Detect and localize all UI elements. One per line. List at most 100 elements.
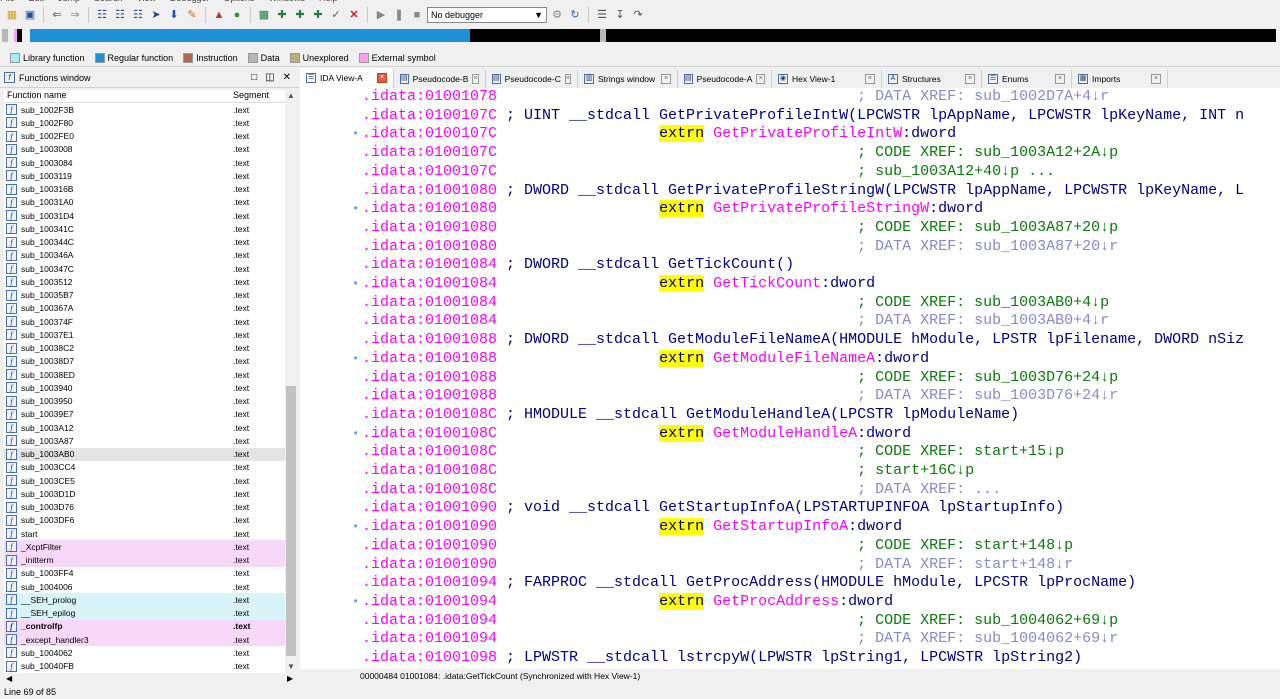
tab-close-icon[interactable]: × bbox=[1055, 74, 1065, 84]
debugger-options-icon[interactable]: ⚙ bbox=[549, 7, 565, 23]
menu-item[interactable]: Edit bbox=[29, 0, 45, 3]
step-over-icon[interactable]: ↷ bbox=[630, 7, 646, 23]
disasm-line[interactable]: .idata:0100108C ; start+16C↓p bbox=[300, 462, 1280, 481]
add-struct-icon[interactable]: ✚ bbox=[292, 7, 308, 23]
scroll-down-icon[interactable]: ▼ bbox=[285, 661, 297, 673]
function-row[interactable]: f sub_1003512 .text bbox=[4, 275, 285, 288]
search-text-icon[interactable]: ☷ bbox=[94, 7, 110, 23]
function-row[interactable]: f sub_1003940 .text bbox=[4, 381, 285, 394]
tab-imports[interactable]: ▦ Imports × bbox=[1072, 70, 1168, 88]
menu-item[interactable]: Windows bbox=[269, 0, 306, 3]
extern-symbol-name[interactable]: GetModuleFileNameA bbox=[713, 350, 875, 367]
disasm-line[interactable]: .idata:01001098 ; LPWSTR __stdcall lstrc… bbox=[300, 649, 1280, 668]
function-row[interactable]: f sub_1003AB0 .text bbox=[4, 447, 285, 461]
function-row[interactable]: f sub_10038ED .text bbox=[4, 368, 285, 381]
navigation-band[interactable] bbox=[0, 27, 1280, 45]
disasm-line[interactable]: .idata:01001080 ; CODE XREF: sub_1003A87… bbox=[300, 219, 1280, 238]
menu-item[interactable]: Options bbox=[223, 0, 254, 3]
disasm-line[interactable]: • .idata:0100108C extrn GetModuleHandleA:… bbox=[300, 424, 1280, 444]
extern-symbol-name[interactable]: GetTickCount bbox=[713, 275, 821, 292]
tab-hex-view-1[interactable]: ◉ Hex View-1 × bbox=[772, 70, 882, 88]
extern-symbol-name[interactable]: GetPrivateProfileIntW bbox=[713, 125, 902, 142]
chart-icon[interactable]: ▩ bbox=[256, 7, 272, 23]
extern-symbol-name[interactable]: GetPrivateProfileStringW bbox=[713, 200, 929, 217]
disasm-line[interactable]: • .idata:01001084 extrn GetTickCount:dwor… bbox=[300, 275, 1280, 294]
disasm-line[interactable]: .idata:01001080 ; DWORD __stdcall GetPri… bbox=[300, 182, 1280, 201]
function-row[interactable]: f sub_100367A .text bbox=[4, 302, 285, 315]
tab-close-icon[interactable]: × bbox=[472, 74, 479, 84]
disasm-line[interactable]: • .idata:0100107C extrn GetPrivateProfile… bbox=[300, 125, 1280, 144]
function-row[interactable]: f sub_10037E1 .text bbox=[4, 328, 285, 341]
disasm-line[interactable]: .idata:0100107C ; UINT __stdcall GetPriv… bbox=[300, 107, 1280, 126]
float-icon[interactable]: ◫ bbox=[265, 72, 274, 83]
functions-horizontal-scrollbar[interactable]: ◀ ▶ bbox=[4, 673, 297, 685]
disasm-line[interactable]: .idata:01001078 ; DATA XREF: sub_1002D7A… bbox=[300, 88, 1280, 107]
pause-icon[interactable]: ❚ bbox=[391, 7, 407, 23]
function-row[interactable]: f start .text bbox=[4, 527, 285, 540]
scroll-up-icon[interactable]: ▲ bbox=[285, 90, 297, 102]
disasm-line[interactable]: • .idata:01001094 extrn GetProcAddress:dw… bbox=[300, 592, 1280, 612]
function-row[interactable]: f __SEH_epilog .text bbox=[4, 606, 285, 620]
search-next-icon[interactable]: ☷ bbox=[130, 7, 146, 23]
tab-close-icon[interactable]: × bbox=[661, 74, 671, 84]
graph-icon[interactable]: ▲ bbox=[211, 7, 227, 23]
function-row[interactable]: f sub_1002F3B .text bbox=[4, 103, 285, 116]
menu-item[interactable]: Jump bbox=[58, 0, 80, 3]
breakpoint-list-icon[interactable]: ☰ bbox=[594, 7, 610, 23]
function-row[interactable]: f sub_10038C2 .text bbox=[4, 342, 285, 355]
disasm-line[interactable]: .idata:01001094 ; FARPROC __stdcall GetP… bbox=[300, 574, 1280, 593]
restore-icon[interactable]: □ bbox=[251, 72, 257, 83]
add-enum-icon[interactable]: ✚ bbox=[310, 7, 326, 23]
disasm-line[interactable]: .idata:01001090 ; CODE XREF: start+148↓p bbox=[300, 537, 1280, 556]
functions-vertical-scrollbar[interactable]: ▲ ▼ bbox=[285, 90, 297, 673]
add-func-icon[interactable]: ✚ bbox=[274, 7, 290, 23]
function-row[interactable]: f sub_100344C .text bbox=[4, 236, 285, 249]
disasm-line[interactable]: .idata:01001088 ; CODE XREF: sub_1003D76… bbox=[300, 369, 1280, 388]
disasm-line[interactable]: .idata:01001088 ; DATA XREF: sub_1003D76… bbox=[300, 387, 1280, 406]
sync-icon[interactable]: ↻ bbox=[567, 7, 583, 23]
disasm-line[interactable]: .idata:01001090 ; DATA XREF: start+148↓r bbox=[300, 556, 1280, 575]
disasm-line[interactable]: .idata:0100107C ; sub_1003A12+40↓p ... bbox=[300, 163, 1280, 182]
close-icon[interactable]: ✕ bbox=[283, 72, 291, 83]
function-row[interactable]: f sub_100341C .text bbox=[4, 222, 285, 235]
function-row[interactable]: f sub_1003CE5 .text bbox=[4, 474, 285, 487]
tab-ida-view-a[interactable]: ☰ IDA View-A × bbox=[300, 68, 394, 88]
tab-close-icon[interactable]: × bbox=[564, 74, 571, 84]
tab-close-icon[interactable]: × bbox=[1151, 74, 1161, 84]
tab-close-icon[interactable]: × bbox=[377, 73, 387, 83]
disasm-line[interactable]: .idata:01001084 ; CODE XREF: sub_1003AB0… bbox=[300, 294, 1280, 313]
down-arrow-icon[interactable]: ⬇ bbox=[166, 7, 182, 23]
function-row[interactable]: f sub_10039E7 .text bbox=[4, 408, 285, 421]
function-row[interactable]: f _except_handler3 .text bbox=[4, 633, 285, 647]
function-row[interactable]: f sub_1003D1D .text bbox=[4, 487, 285, 500]
back-icon[interactable]: ⇐ bbox=[49, 7, 65, 23]
disasm-line[interactable]: .idata:0100108C ; CODE XREF: start+15↓p bbox=[300, 443, 1280, 462]
function-row[interactable]: f sub_1002FE0 .text bbox=[4, 130, 285, 143]
function-row[interactable]: f sub_1003084 .text bbox=[4, 156, 285, 169]
menu-item[interactable]: Search bbox=[94, 0, 123, 3]
disasm-line[interactable]: .idata:0100107C ; CODE XREF: sub_1003A12… bbox=[300, 144, 1280, 163]
disasm-line[interactable]: .idata:0100108C ; HMODULE __stdcall GetM… bbox=[300, 406, 1280, 425]
disasm-line[interactable]: • .idata:01001088 extrn GetModuleFileName… bbox=[300, 349, 1280, 369]
function-row[interactable]: f sub_10031D4 .text bbox=[4, 209, 285, 222]
function-row[interactable]: f sub_1003950 .text bbox=[4, 395, 285, 408]
function-row[interactable]: f sub_1003008 .text bbox=[4, 143, 285, 156]
tab-strings-window[interactable]: ▥ Strings window × bbox=[578, 70, 678, 88]
open-icon[interactable]: ▦ bbox=[4, 7, 20, 23]
disasm-line[interactable]: .idata:01001080 ; DATA XREF: sub_1003A87… bbox=[300, 238, 1280, 257]
function-row[interactable]: f sub_10035B7 .text bbox=[4, 289, 285, 302]
function-row[interactable]: f sub_1003DF6 .text bbox=[4, 514, 285, 527]
disasm-line[interactable]: • .idata:01001080 extrn GetPrivateProfile… bbox=[300, 200, 1280, 219]
function-row[interactable]: f sub_100374F .text bbox=[4, 315, 285, 328]
search-binary-icon[interactable]: ☷ bbox=[112, 7, 128, 23]
green-dot-icon[interactable]: ● bbox=[229, 7, 245, 23]
disasm-line[interactable]: .idata:01001090 ; void __stdcall GetStar… bbox=[300, 499, 1280, 518]
column-segment[interactable]: Segment bbox=[233, 90, 269, 102]
tab-pseudocode-c[interactable]: ▤ Pseudocode-C × bbox=[486, 70, 578, 88]
tab-close-icon[interactable]: × bbox=[865, 74, 875, 84]
extern-symbol-name[interactable]: GetModuleHandleA bbox=[713, 425, 857, 442]
extern-symbol-name[interactable]: GetStartupInfoA bbox=[713, 518, 848, 535]
patch-icon[interactable]: ✓ bbox=[328, 7, 344, 23]
function-row[interactable]: f sub_1002F80 .text bbox=[4, 116, 285, 129]
function-row[interactable]: f sub_100316B .text bbox=[4, 183, 285, 196]
